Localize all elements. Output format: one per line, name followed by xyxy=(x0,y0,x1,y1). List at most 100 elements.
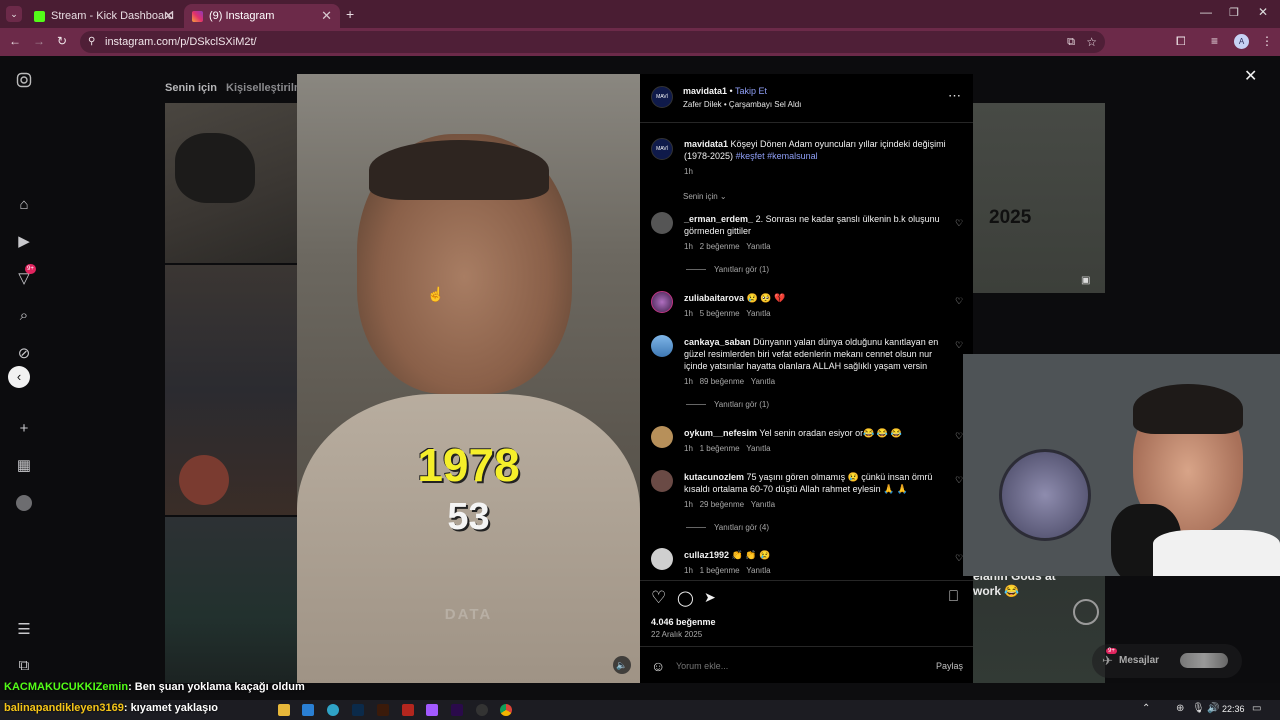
acrobat-icon[interactable] xyxy=(402,704,414,716)
comment-likes[interactable]: 89 beğenme xyxy=(700,377,744,386)
author-avatar[interactable]: MAVİ xyxy=(651,138,673,160)
follow-button[interactable]: Takip Et xyxy=(735,86,767,96)
feed-thumbnail[interactable] xyxy=(165,517,297,683)
messages-button[interactable]: ✈ 9+ Mesajlar xyxy=(1092,644,1242,678)
reload-icon[interactable]: ↻ xyxy=(57,34,67,48)
notification-center-icon[interactable]: ▭ xyxy=(1252,703,1261,714)
premiere-icon[interactable] xyxy=(451,704,463,716)
comment-username[interactable]: oykum__nefesim xyxy=(684,428,757,438)
restore-button[interactable]: ❐ xyxy=(1229,6,1239,19)
commenter-avatar[interactable] xyxy=(651,212,673,234)
comment-username[interactable]: cullaz1992 xyxy=(684,550,729,560)
clock-time[interactable]: 22:36 xyxy=(1222,704,1245,714)
mute-toggle[interactable]: 🔈 xyxy=(613,656,631,674)
new-tab-button[interactable]: + xyxy=(346,6,354,22)
feed-tab-for-you[interactable]: Senin için xyxy=(165,82,217,94)
comment-likes[interactable]: 1 beğenme xyxy=(700,566,740,575)
reply-button[interactable]: Yanıtla xyxy=(751,500,775,509)
store-icon[interactable] xyxy=(302,704,314,716)
like-comment-icon[interactable]: ♡ xyxy=(955,340,963,351)
window-close-button[interactable]: ✕ xyxy=(1258,5,1268,19)
extensions-icon[interactable]: ⧠ xyxy=(1176,34,1186,49)
close-icon[interactable]: ✕ xyxy=(163,8,174,24)
more-options-icon[interactable]: ⋯ xyxy=(948,88,961,104)
edge-icon[interactable] xyxy=(327,704,339,716)
install-app-icon[interactable]: ⧉ xyxy=(1067,31,1075,53)
comment-likes[interactable]: 5 beğenme xyxy=(700,309,740,318)
address-bar[interactable]: ⚲ instagram.com/p/DSkclSXiM2t/ ⧉ ☆ xyxy=(80,31,1105,53)
chrome-icon[interactable] xyxy=(500,704,512,716)
comment-input[interactable] xyxy=(676,657,916,675)
illustrator-icon[interactable] xyxy=(377,704,389,716)
post-video[interactable]: ☝ 1978 53 DATA 🔈 xyxy=(297,74,640,683)
close-modal-button[interactable]: ✕ xyxy=(1244,66,1257,86)
dashboard-icon[interactable]: ▦ xyxy=(14,456,34,476)
feed-thumbnail[interactable] xyxy=(165,265,297,515)
hashtag[interactable]: #kemalsunal xyxy=(767,151,818,161)
feed-thumbnail[interactable] xyxy=(165,103,297,263)
network-icon[interactable]: ⊕ xyxy=(1176,703,1184,714)
comment-sort-dropdown[interactable]: Senin için ⌄ xyxy=(683,192,727,201)
see-replies-button[interactable]: Yanıtları gör (4) xyxy=(686,523,769,532)
see-replies-button[interactable]: Yanıtları gör (1) xyxy=(686,400,769,409)
more-menu-icon[interactable]: ☰ xyxy=(14,620,34,640)
commenter-avatar[interactable] xyxy=(651,426,673,448)
see-replies-button[interactable]: Yanıtları gör (1) xyxy=(686,265,769,274)
close-icon[interactable]: ✕ xyxy=(321,8,332,24)
like-comment-icon[interactable]: ♡ xyxy=(955,475,963,486)
tab-kick-dashboard[interactable]: Stream - Kick Dashboard ✕ xyxy=(26,4,182,28)
tab-search-button[interactable]: ⌄ xyxy=(6,6,22,22)
commenter-avatar[interactable] xyxy=(651,470,673,492)
commenter-avatar[interactable] xyxy=(651,291,673,313)
site-info-icon[interactable]: ⚲ xyxy=(88,31,95,53)
feed-thumbnail[interactable]: 2025 ▣ xyxy=(973,103,1105,293)
scroll-left-button[interactable]: ‹ xyxy=(8,366,30,388)
commenter-avatar[interactable] xyxy=(651,335,673,357)
search-icon[interactable]: ⌕ xyxy=(14,306,34,326)
caption-username[interactable]: mavidata1 xyxy=(684,139,728,149)
reply-button[interactable]: Yanıtla xyxy=(746,309,770,318)
tray-chevron-icon[interactable]: ⌃ xyxy=(1142,703,1150,714)
photoshop-icon[interactable] xyxy=(352,704,364,716)
create-icon[interactable]: + xyxy=(14,419,34,439)
explore-icon[interactable]: ⊘ xyxy=(14,344,34,364)
comment-username[interactable]: _erman_erdem_ xyxy=(684,214,753,224)
obs-icon[interactable] xyxy=(476,704,488,716)
microphone-icon[interactable]: 🎙 xyxy=(1192,703,1205,714)
bookmark-star-icon[interactable]: ☆ xyxy=(1086,31,1097,53)
back-arrow-icon[interactable]: ← xyxy=(9,34,21,48)
like-icon[interactable]: ♡ xyxy=(651,588,666,608)
comment-username[interactable]: zuliabaitarova xyxy=(684,293,744,303)
comment-username[interactable]: kutacunozlem xyxy=(684,472,744,482)
menu-dots-icon[interactable]: ⋮ xyxy=(1261,34,1273,48)
author-avatar[interactable]: MAVİ xyxy=(651,86,673,108)
comment-likes[interactable]: 2 beğenme xyxy=(700,242,740,251)
home-icon[interactable]: ⌂ xyxy=(14,195,34,215)
like-comment-icon[interactable]: ♡ xyxy=(955,218,963,229)
minimize-button[interactable]: — xyxy=(1200,5,1212,19)
reply-button[interactable]: Yanıtla xyxy=(746,242,770,251)
notifications-icon[interactable]: ▽ 9+ xyxy=(14,264,36,289)
forward-arrow-icon[interactable]: → xyxy=(33,34,45,48)
audio-label[interactable]: Zafer Dilek • Çarşambayı Sel Aldı xyxy=(683,100,801,109)
profile-avatar[interactable] xyxy=(16,495,32,511)
hashtag[interactable]: #keşfet xyxy=(736,151,765,161)
like-comment-icon[interactable]: ♡ xyxy=(955,431,963,442)
comment-username[interactable]: cankaya_saban xyxy=(684,337,751,347)
reply-button[interactable]: Yanıtla xyxy=(751,377,775,386)
reading-list-icon[interactable]: ≡ xyxy=(1211,34,1218,48)
instagram-logo-icon[interactable] xyxy=(14,72,34,92)
volume-icon[interactable]: 🔊 xyxy=(1207,703,1219,714)
also-from-meta-icon[interactable]: ⧉ xyxy=(14,656,34,676)
reply-button[interactable]: Yanıtla xyxy=(746,566,770,575)
author-username[interactable]: mavidata1 xyxy=(683,86,727,96)
commenter-avatar[interactable] xyxy=(651,548,673,570)
reels-icon[interactable]: ▶ xyxy=(14,232,34,252)
like-comment-icon[interactable]: ♡ xyxy=(955,553,963,564)
figma-icon[interactable] xyxy=(426,704,438,716)
profile-avatar[interactable]: A xyxy=(1234,34,1249,49)
comment-likes[interactable]: 1 beğenme xyxy=(700,444,740,453)
likes-count[interactable]: 4.046 beğenme xyxy=(651,617,716,627)
comment-icon[interactable]: ◯ xyxy=(677,589,694,607)
like-comment-icon[interactable]: ♡ xyxy=(955,296,963,307)
